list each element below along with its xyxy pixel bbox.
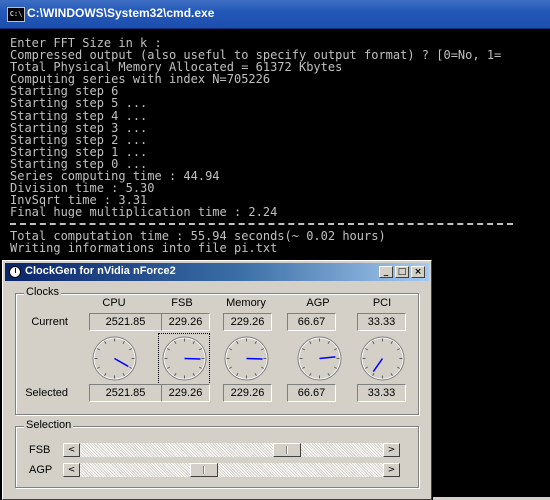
current-pci-value: 33.33: [357, 313, 406, 331]
fsb-increase-button[interactable]: >: [383, 443, 400, 457]
fsb-slider-label: FSB: [29, 444, 51, 456]
selected-row-label: Selected: [25, 387, 68, 399]
selection-group-label: Selection: [24, 419, 74, 431]
fsb-decrease-button[interactable]: <: [63, 443, 80, 457]
selected-fsb-value: 229.26: [161, 384, 210, 402]
fsb-slider-thumb[interactable]: [273, 443, 301, 457]
column-memory: Memory: [226, 297, 266, 309]
current-row-label: Current: [31, 316, 68, 328]
clocks-group-label: Clocks: [24, 286, 62, 298]
clockgen-window: ClockGen for nVidia nForce2 _ □ × Clocks…: [2, 260, 432, 500]
selected-memory-value: 229.26: [223, 384, 272, 402]
current-fsb-value: 229.26: [161, 313, 210, 331]
close-button[interactable]: ×: [411, 266, 425, 278]
column-pci: PCI: [372, 297, 392, 309]
column-agp: AGP: [306, 297, 330, 309]
console-line: Starting step 4 ...: [10, 108, 148, 123]
dial-needle: [184, 357, 201, 360]
cmd-titlebar[interactable]: C:\ C:\WINDOWS\System32\cmd.exe: [0, 0, 550, 29]
console-line: Starting step 3 ...: [10, 120, 148, 135]
agp-slider-label: AGP: [29, 464, 53, 476]
cmd-window-title: C:\WINDOWS\System32\cmd.exe: [27, 6, 215, 20]
cmd-icon[interactable]: C:\: [7, 7, 25, 22]
console-line: Final huge multiplication time : 2.24: [10, 205, 278, 219]
current-memory-value: 229.26: [223, 313, 272, 331]
clockgen-window-title: ClockGen for nVidia nForce2: [25, 265, 176, 277]
agp-increase-button[interactable]: >: [383, 463, 400, 477]
clockgen-titlebar[interactable]: ClockGen for nVidia nForce2 _ □ ×: [5, 263, 429, 281]
minimize-button[interactable]: _: [379, 266, 393, 278]
memory-clock-dial: [224, 336, 269, 381]
agp-decrease-button[interactable]: <: [63, 463, 80, 477]
column-cpu: CPU: [102, 297, 126, 309]
fsb-slider[interactable]: [80, 443, 383, 457]
console-separator: [10, 223, 513, 225]
agp-slider-thumb[interactable]: [190, 463, 218, 477]
selected-agp-value: 66.67: [287, 384, 336, 402]
current-agp-value: 66.67: [287, 313, 336, 331]
maximize-button[interactable]: □: [395, 266, 409, 278]
fsb-clock-dial[interactable]: [161, 335, 208, 382]
selected-cpu-value: 2521.85: [89, 384, 162, 402]
agp-slider[interactable]: [80, 463, 383, 477]
column-fsb: FSB: [171, 297, 193, 309]
selected-pci-value: 33.33: [357, 384, 406, 402]
console-line: Starting step 5 ...: [10, 96, 148, 111]
current-cpu-value: 2521.85: [89, 313, 162, 331]
console-line: Writing informations into file pi.txt: [10, 241, 278, 256]
clock-icon[interactable]: [9, 266, 21, 278]
agp-clock-dial[interactable]: [296, 335, 343, 382]
selection-group: Selection: [15, 419, 419, 488]
pci-clock-dial: [360, 336, 405, 381]
console-output-tail: Total computation time : 55.94 seconds(~…: [10, 230, 550, 254]
cpu-clock-dial: [92, 336, 137, 381]
dial-needle: [246, 357, 263, 360]
console-output: Enter FFT Size in k : Compressed output (…: [10, 37, 550, 218]
